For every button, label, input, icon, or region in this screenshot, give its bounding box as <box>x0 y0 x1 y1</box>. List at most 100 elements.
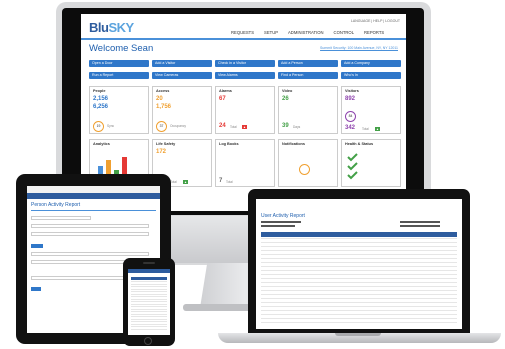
table-row <box>261 246 457 247</box>
nav-administration[interactable]: ADMINISTRATION <box>288 30 324 35</box>
tile-footer: Occupancy <box>170 124 186 128</box>
phone-home-button[interactable] <box>144 337 152 345</box>
top-links[interactable]: LANGUAGE | HELP | LOGOUT <box>351 19 400 23</box>
nav-setup[interactable]: SETUP <box>264 30 278 35</box>
tile-log-books[interactable]: Log Books 7 Total <box>215 139 275 187</box>
tile-title: Analytics <box>93 142 110 146</box>
view-alarms-button[interactable]: View Alarms <box>215 72 275 79</box>
laptop-report-meta <box>261 221 311 228</box>
table-row <box>131 286 167 287</box>
table-row <box>261 282 457 283</box>
tablet-field-1[interactable] <box>31 216 91 220</box>
table-row <box>261 278 457 279</box>
tablet-report-title: Person Activity Report <box>31 202 81 208</box>
laptop-screen: User Activity Report <box>256 199 462 329</box>
add-person-button[interactable]: Add a Person <box>278 60 338 67</box>
table-row <box>261 298 457 299</box>
access-count-2: 1,756 <box>156 104 172 110</box>
tile-title: Visitors <box>345 89 359 93</box>
visitors-count: 892 <box>345 96 356 102</box>
tile-health-status[interactable]: Health & Status <box>341 139 401 187</box>
people-count: 2,156 <box>93 96 109 102</box>
table-row <box>261 266 457 267</box>
alarms-total: 24 <box>219 123 226 129</box>
table-row <box>261 238 457 239</box>
table-row <box>261 242 457 243</box>
tile-notifications[interactable]: Notifications <box>278 139 338 187</box>
table-row <box>131 281 167 282</box>
tablet-field-4[interactable] <box>31 252 149 256</box>
tablet-search-button[interactable] <box>31 244 43 248</box>
access-count: 20 <box>156 96 163 102</box>
checkin-visitor-button[interactable]: Check in a Visitor <box>215 60 275 67</box>
table-row <box>131 323 167 325</box>
laptop-report-title: User Activity Report <box>261 213 305 219</box>
table-row <box>261 262 457 263</box>
tablet-divider <box>31 210 156 211</box>
tablet-field-3[interactable] <box>31 232 149 236</box>
add-company-button[interactable]: Add a Company <box>341 60 401 67</box>
table-row <box>261 314 457 315</box>
phone-speaker <box>143 262 155 264</box>
app-logo[interactable]: BluSKY <box>89 20 134 35</box>
tile-visitors[interactable]: Visitors 892 84 342 Total ▲ <box>341 86 401 134</box>
table-row <box>261 302 457 303</box>
site-address-link[interactable]: Summit Security: 100 Main Avenue, NY, NY… <box>320 46 398 50</box>
video-count: 26 <box>282 96 289 102</box>
table-row <box>261 286 457 287</box>
people-count-2: 6,256 <box>93 104 109 110</box>
phone-table-header <box>131 277 167 280</box>
table-row <box>261 318 457 319</box>
table-row <box>131 321 167 322</box>
tile-footer: Total <box>226 180 233 184</box>
table-row <box>131 306 167 307</box>
tile-title: Notifications <box>282 142 305 146</box>
table-row <box>131 318 167 320</box>
table-row <box>131 288 167 290</box>
tile-title: Video <box>282 89 293 93</box>
table-row <box>131 308 167 310</box>
tile-title: Health & Status <box>345 142 374 146</box>
notifications-ring <box>299 164 310 175</box>
tile-video[interactable]: Video 26 39 Days <box>278 86 338 134</box>
alarm-badge: ▲ <box>242 125 247 129</box>
nav-control[interactable]: CONTROL <box>334 30 354 35</box>
tile-people[interactable]: People 2,156 6,256 19 Sync <box>89 86 149 134</box>
laptop-report-dates <box>400 221 450 228</box>
tablet-field-2[interactable] <box>31 224 149 228</box>
tablet-run-button[interactable] <box>31 287 41 291</box>
video-days: 39 <box>282 123 289 129</box>
laptop-table-body <box>261 238 457 328</box>
tablet-app-header <box>27 193 160 199</box>
access-ring: 37 <box>156 121 167 132</box>
tile-alarms[interactable]: Alarms 67 24 Total ▲ <box>215 86 275 134</box>
open-door-button[interactable]: Open a Door <box>89 60 149 67</box>
tablet-browser-bar <box>27 186 160 193</box>
table-row <box>261 254 457 255</box>
table-row <box>131 311 167 312</box>
log-books-total: 7 <box>219 178 223 184</box>
check-icon <box>347 153 358 180</box>
table-row <box>261 310 457 311</box>
tile-access[interactable]: Access 20 1,756 37 Occupancy <box>152 86 212 134</box>
find-person-button[interactable]: Find a Person <box>278 72 338 79</box>
table-row <box>131 328 167 330</box>
visitors-ring: 84 <box>345 111 356 122</box>
table-row <box>261 274 457 275</box>
tile-footer: Total <box>230 125 237 129</box>
table-row <box>131 301 167 302</box>
run-report-button[interactable]: Run a Report <box>89 72 149 79</box>
page-title: Welcome Sean <box>89 43 154 54</box>
nav-reports[interactable]: REPORTS <box>364 30 384 35</box>
view-cameras-button[interactable]: View Cameras <box>152 72 212 79</box>
nav-requests[interactable]: REQUESTS <box>231 30 254 35</box>
visitors-total: 342 <box>345 125 356 131</box>
add-visitor-button[interactable]: Add a Visitor <box>152 60 212 67</box>
header-divider <box>81 38 406 40</box>
table-row <box>131 303 167 305</box>
main-nav: REQUESTS SETUP ADMINISTRATION CONTROL RE… <box>231 30 384 35</box>
people-ring: 19 <box>93 121 104 132</box>
phone-app-header <box>128 269 170 273</box>
table-row <box>131 313 167 315</box>
whos-in-button[interactable]: Who's In <box>341 72 401 79</box>
